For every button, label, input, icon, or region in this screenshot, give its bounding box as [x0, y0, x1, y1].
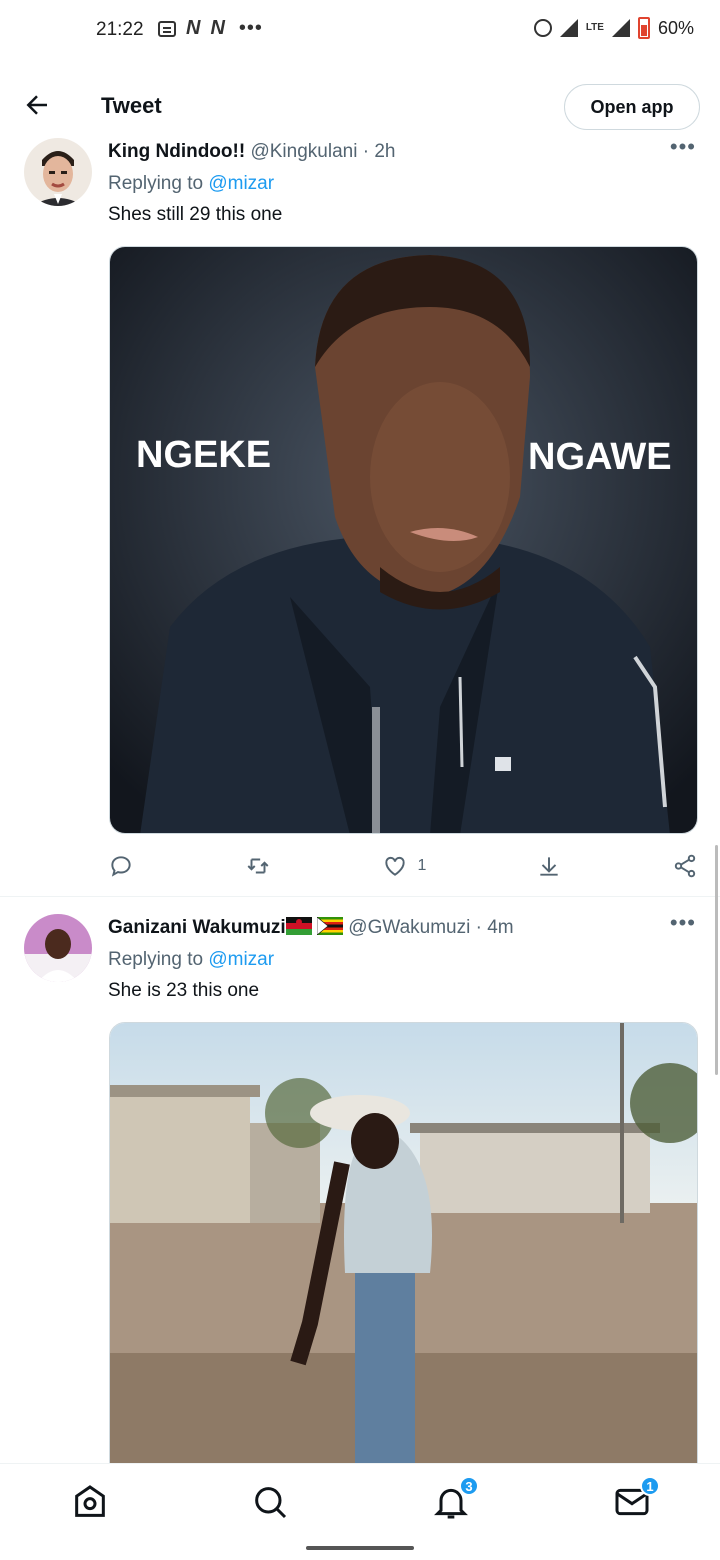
tweet-image[interactable] [109, 1022, 698, 1482]
malawi-flag-icon [285, 917, 312, 935]
status-right-icons: LTE 60% [533, 17, 694, 39]
tweet[interactable]: Ganizani Wakumuzi @GWakumuzi · 4m ••• Re… [0, 912, 720, 1482]
alarm-icon [533, 19, 552, 37]
reply-mention-link[interactable]: @mizar [208, 949, 274, 970]
back-arrow-icon[interactable] [22, 90, 52, 120]
more-dots-icon: ••• [238, 17, 263, 39]
nav-home[interactable] [70, 1482, 110, 1522]
nav-search[interactable] [250, 1482, 290, 1522]
replying-prefix: Replying to [108, 949, 209, 970]
page-title: Tweet [101, 93, 162, 118]
photo-man-hoodie: NGEKE NGAWE [110, 247, 697, 833]
status-left-icons: N N ••• [158, 17, 263, 40]
like-button[interactable]: 1 [382, 853, 427, 879]
tweet-time[interactable]: 4m [487, 917, 513, 938]
tweet-header: Ganizani Wakumuzi @GWakumuzi · 4m [108, 916, 700, 940]
download-icon [540, 857, 558, 876]
image-caption-right: NGAWE [528, 436, 672, 478]
nav-messages[interactable]: 1 [612, 1476, 660, 1522]
tweet-image[interactable]: NGEKE NGAWE [109, 246, 698, 834]
replying-prefix: Replying to [108, 173, 209, 194]
tweet-time[interactable]: 2h [374, 141, 395, 162]
battery-percent: 60% [657, 17, 694, 38]
replying-to: Replying to @mizar [108, 172, 700, 196]
user-handle[interactable]: @Kingkulani [250, 141, 357, 162]
more-options-icon[interactable]: ••• [670, 136, 696, 158]
avatar[interactable] [24, 138, 92, 206]
reply-button[interactable] [108, 853, 134, 879]
nav-notifications[interactable]: 3 [431, 1476, 479, 1522]
user-name[interactable]: Ganizani Wakumuzi [108, 917, 286, 938]
signal-icon [559, 19, 578, 37]
avatar-image [24, 914, 92, 982]
avatar[interactable] [24, 914, 92, 982]
separator: · [357, 141, 375, 162]
tweet[interactable]: King Ndindoo!! @Kingkulani · 2h ••• Repl… [0, 136, 720, 896]
like-count: 1 [417, 857, 427, 874]
save-button[interactable] [536, 853, 562, 879]
replying-to: Replying to @mizar [108, 948, 700, 972]
status-time: 21:22 [96, 19, 144, 40]
tweet-actions: 1 [108, 846, 698, 886]
home-icon [75, 1485, 105, 1517]
more-options-icon[interactable]: ••• [670, 912, 696, 934]
message-icon [158, 20, 176, 37]
n-app-icon: N [186, 17, 201, 39]
image-caption-left: NGEKE [136, 434, 271, 476]
user-handle[interactable]: @GWakumuzi [348, 917, 470, 938]
tweet-text: She is 23 this one [108, 980, 260, 1001]
share-icon [674, 854, 696, 878]
share-button[interactable] [672, 853, 698, 879]
retweet-button[interactable] [244, 853, 272, 879]
user-name[interactable]: King Ndindoo!! [108, 141, 245, 162]
reply-icon [111, 856, 131, 877]
header: Tweet Open app [0, 60, 720, 150]
retweet-icon [247, 858, 269, 874]
heart-icon [384, 856, 405, 876]
bottom-navigation: 3 1 [0, 1463, 720, 1537]
separator: · [470, 917, 488, 938]
gesture-bar[interactable] [306, 1546, 414, 1550]
search-icon [255, 1487, 287, 1519]
battery-icon [637, 17, 650, 39]
divider [0, 896, 720, 897]
tweet-text: Shes still 29 this one [108, 204, 283, 225]
zimbabwe-flag-icon [316, 916, 343, 936]
messages-badge: 1 [640, 1476, 660, 1496]
tweet-header: King Ndindoo!! @Kingkulani · 2h [108, 140, 700, 164]
reply-mention-link[interactable]: @mizar [208, 173, 274, 194]
lte-label: LTE [585, 22, 604, 33]
tweet-body: King Ndindoo!! @Kingkulani · 2h ••• Repl… [108, 136, 700, 227]
tweet-body: Ganizani Wakumuzi @GWakumuzi · 4m ••• Re… [108, 912, 700, 1003]
open-app-button[interactable]: Open app [564, 84, 700, 130]
avatar-image [24, 138, 92, 206]
signal-icon [611, 19, 630, 37]
status-bar: 21:22 N N ••• LTE 60% [0, 0, 720, 60]
photo-village-man [110, 1023, 697, 1481]
n-app-icon: N [210, 17, 225, 39]
notifications-badge: 3 [459, 1476, 479, 1496]
scrollbar[interactable] [715, 845, 718, 1075]
